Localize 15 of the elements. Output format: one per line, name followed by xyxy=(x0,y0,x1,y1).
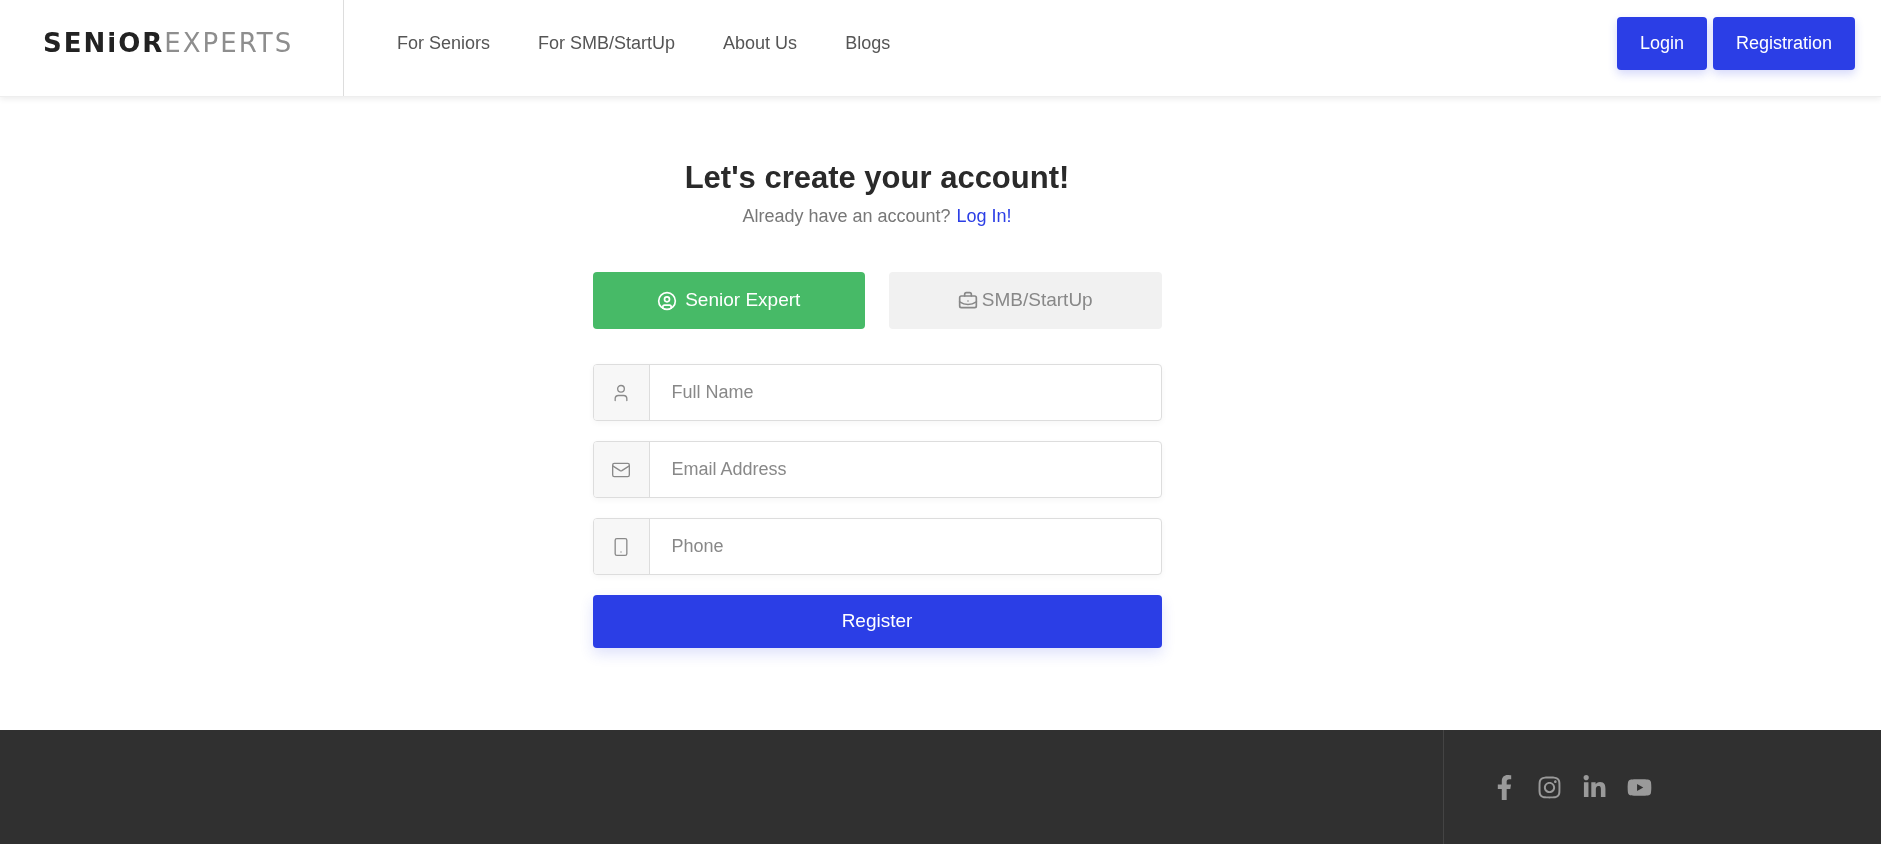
linkedin-icon[interactable] xyxy=(1582,774,1607,800)
nav-link[interactable]: Blogs xyxy=(845,29,891,57)
nav-link[interactable]: For SMB/StartUp xyxy=(538,29,676,57)
nav-link[interactable]: For Seniors xyxy=(397,29,491,57)
header-button[interactable]: Login xyxy=(1616,16,1707,70)
header-button[interactable]: Registration xyxy=(1712,16,1855,70)
login-link[interactable]: Log In! xyxy=(956,203,1012,230)
person-circle-icon xyxy=(657,290,678,311)
page-title: Let's create your account! xyxy=(684,159,1070,197)
nav-link[interactable]: About Us xyxy=(723,29,798,57)
briefcase-icon xyxy=(957,290,978,311)
subtitle-text: Already have an account? xyxy=(742,205,951,228)
logo[interactable]: SENiOREXPERTS xyxy=(43,30,294,56)
register-button[interactable]: Register xyxy=(592,595,1162,648)
instagram-icon[interactable] xyxy=(1537,774,1562,800)
